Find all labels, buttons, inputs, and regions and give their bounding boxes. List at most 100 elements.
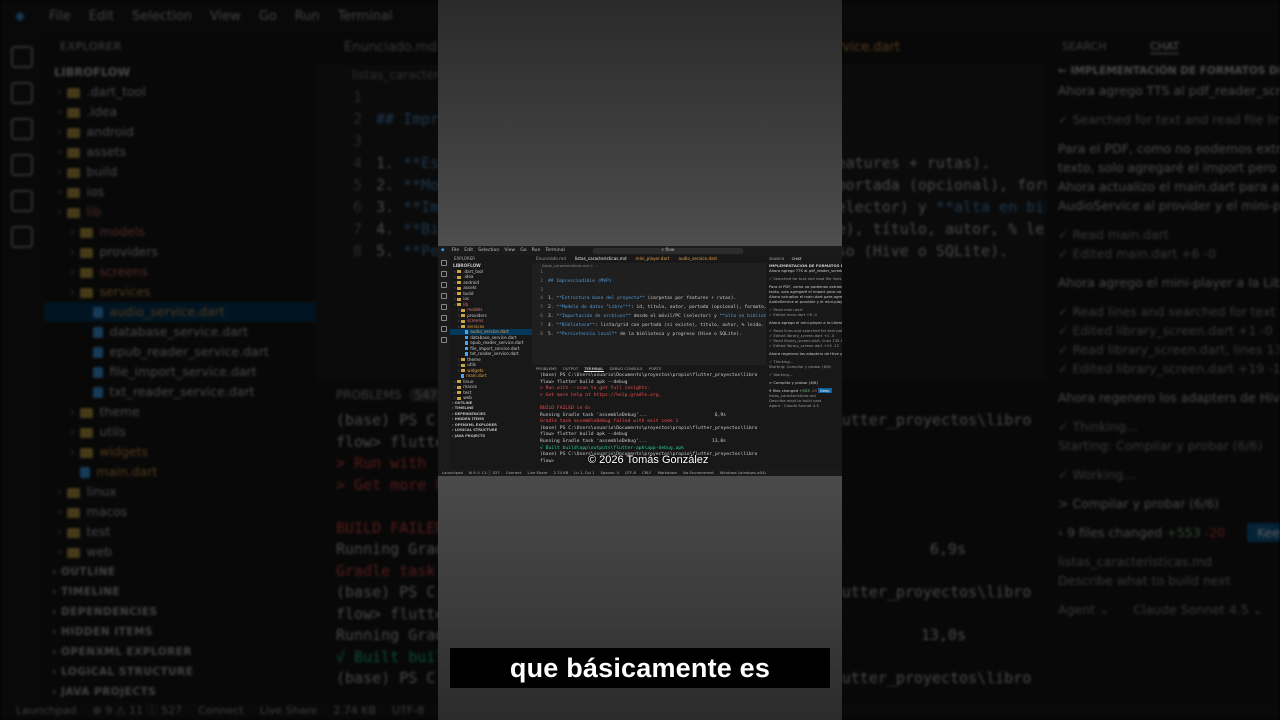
mini-line-number: 8: [540, 331, 543, 337]
mini-dart-file-icon: [465, 335, 469, 340]
mini-terminal-duration: 13,0s: [711, 438, 726, 444]
mini-testing-icon[interactable]: [441, 315, 447, 321]
mini-source-control-icon[interactable]: [441, 282, 447, 288]
mini-status-item[interactable]: Markdown: [658, 470, 678, 475]
mini-panel-tab[interactable]: PORTS: [649, 366, 661, 371]
copyright-watermark: © 2026 Tomás González: [588, 454, 709, 466]
mini-terminal-line: > Get more help at https://help.gradle.o…: [540, 392, 662, 398]
mini-dart-file-icon: [461, 374, 465, 378]
mini-folder-icon: [461, 358, 466, 361]
mini-terminal-line: Running Gradle task 'assembleDebug'... 13…: [540, 438, 726, 444]
mini-editor-tab[interactable]: audio_service.dart: [678, 256, 717, 261]
mini-chat: SEARCH CHAT IMPLEMENTACIÓN DE FORMATOS D…: [766, 255, 842, 469]
mini-status-bar: Launchpad ⊗ 9 ⚠ 11 ⓘ 527 Connect Live Share…: [438, 469, 842, 476]
mini-terminal-line: BUILD FAILED in 6s: [540, 405, 591, 411]
mini-explorer-sections: › OUTLINE › TIMELINE › DEPENDENCIES › HIDDE…: [450, 401, 532, 440]
mini-remote-icon[interactable]: [441, 337, 447, 343]
mini-panel-tab[interactable]: DEBUG CONSOLE: [610, 366, 643, 371]
mini-folder-icon: [461, 314, 466, 317]
mini-menu-item[interactable]: Edit: [464, 248, 473, 253]
mini-activity-bar: [438, 255, 450, 469]
mini-status-item[interactable]: Launchpad: [442, 470, 463, 475]
mini-tree-item-label: audio_service.dart: [470, 329, 509, 334]
mini-debug-icon[interactable]: [441, 293, 447, 299]
mini-status-item[interactable]: Connect: [506, 470, 522, 475]
mini-tree-item-label: screens: [467, 318, 484, 323]
mini-code-text: 5. **Persistencia local** de la bibliote…: [548, 331, 742, 337]
mini-menu-item[interactable]: Selection: [478, 248, 499, 253]
mini-explorer-title: EXPLORER: [454, 256, 475, 261]
mini-tab-chat[interactable]: CHAT: [792, 256, 802, 261]
mini-menu-item[interactable]: Run: [532, 248, 541, 253]
mini-terminal-line: flow> flutter build apk --debug: [540, 432, 628, 438]
mini-panel-tabs: PROBLEMS OUTPUT TERMINAL DEBUG CONSOLE PORTS: [532, 365, 766, 373]
mini-menu-item[interactable]: Terminal: [545, 248, 564, 253]
mini-explorer-section[interactable]: › JAVA PROJECTS: [450, 434, 532, 440]
mini-menu-item[interactable]: Go: [520, 248, 526, 253]
mini-status-item[interactable]: No Environment: [683, 470, 714, 475]
mini-agent-select[interactable]: Agent: [769, 403, 780, 408]
mini-files-icon[interactable]: [441, 260, 447, 266]
mini-search-icon[interactable]: [441, 271, 447, 277]
mini-search-box[interactable]: ⌕ flow: [593, 247, 743, 254]
mini-line-number: 5: [540, 305, 543, 311]
mini-code-line: 8 5. **Persistencia local** de la bibliot…: [532, 331, 766, 340]
mini-status-item[interactable]: 2.74 KB: [553, 470, 568, 475]
mini-editor-tab[interactable]: listas_caracteristicas.md: [575, 256, 627, 261]
mini-status-item[interactable]: Ln 1, Col 1: [574, 470, 594, 475]
mini-status-item[interactable]: Windows (windows-x64): [720, 470, 766, 475]
video-frame: ◆ File Edit Selection View Go Run Terminal ⌕ f…: [438, 0, 842, 720]
mini-chat-mode: Agent · Claude Sonnet 4.5: [769, 403, 819, 408]
mini-chat-message-line: ✓ Searched for text and read file lines: [769, 276, 842, 281]
mini-editor-tab[interactable]: Enunciado.md: [536, 256, 566, 261]
mini-terminal-output[interactable]: (base) PS C:\Users\usuario\Documents\pro…: [532, 373, 766, 465]
mini-tab-search[interactable]: SEARCH: [769, 256, 784, 261]
mini-folder-icon: [457, 391, 462, 394]
mini-status-item[interactable]: Spaces: 4: [600, 470, 618, 475]
mini-folder-icon: [457, 303, 462, 306]
mini-dart-file-icon: [465, 330, 469, 334]
mini-tree-item-label: macos: [463, 384, 477, 389]
mini-code-line: 7 4. **Biblioteca**: lista/grid con porta…: [532, 322, 766, 331]
mini-tree-item-label: database_service.dart: [470, 334, 517, 340]
mini-dart-file-icon: [465, 352, 469, 356]
mini-folder-icon: [461, 308, 466, 312]
mini-tree-item-label: lib: [463, 301, 469, 307]
video-top-blur: [438, 0, 842, 250]
mini-panel-tab[interactable]: PROBLEMS: [536, 366, 557, 371]
mini-tree-item-label: main.dart: [466, 373, 487, 378]
mini-status-item[interactable]: CRLF: [642, 470, 652, 475]
mini-editor-tab[interactable]: mini_player.dart: [636, 256, 670, 261]
mini-chat-message-line: Starting: Compilar y probar (6/6): [769, 364, 832, 369]
mini-extensions-icon[interactable]: [441, 304, 447, 310]
mini-menu-item[interactable]: File: [452, 248, 460, 253]
mini-tree-item-label: models: [467, 307, 483, 312]
mini-chat-tabs: SEARCH CHAT: [766, 255, 842, 263]
mini-menu-item[interactable]: View: [504, 248, 515, 253]
mini-tree-item-label: test: [463, 389, 472, 395]
mini-tree-item-label: web: [463, 395, 472, 400]
mini-terminal-line: > Run with --scan to get full insights.: [540, 386, 651, 392]
mini-model-select[interactable]: Claude Sonnet 4.5: [784, 403, 819, 408]
mini-panel-tab[interactable]: TERMINAL: [584, 366, 604, 372]
mini-code-line: 2 ## Imprescindible (MVP): [532, 278, 766, 287]
mini-status-item[interactable]: UTF-8: [625, 470, 636, 475]
mini-copilot-icon[interactable]: [441, 326, 447, 332]
left-shade: [0, 0, 438, 720]
mini-folder-icon: [457, 297, 462, 301]
mini-code-view[interactable]: 1 2 ## Imprescindible (MVP) 3 4 1. **Estructu…: [532, 269, 842, 340]
mini-chat-message-line: Ahora regenero los adapters de Hive y co…: [769, 351, 842, 356]
mini-status-item[interactable]: ⊗ 9 ⚠ 11 ⓘ 527: [469, 470, 500, 475]
mini-keep-button[interactable]: Keep: [818, 388, 832, 393]
mini-chat-message-line: Ahora agrego TTS al pdf_reader_screen:: [769, 268, 842, 273]
mini-tree-item-label: utils: [467, 362, 476, 367]
mini-folder-icon: [457, 380, 462, 383]
mini-panel-tab[interactable]: OUTPUT: [563, 366, 578, 371]
mini-chat-message-line: ✓ Edited library_screen.dart +19 -12: [769, 343, 840, 348]
mini-tree-item-label: ios: [463, 296, 470, 301]
mini-editor-tabs: Enunciado.md listas_caracteristicas.md min…: [532, 255, 766, 263]
mini-chat-message-line: ✓ Working...: [769, 372, 793, 377]
mini-tree-item-label: .dart_tool: [463, 268, 484, 274]
mini-explorer: EXPLORER LIBROFLOW › .dart_tool › .idea › and…: [450, 255, 532, 469]
mini-status-item[interactable]: Live Share: [528, 470, 548, 475]
